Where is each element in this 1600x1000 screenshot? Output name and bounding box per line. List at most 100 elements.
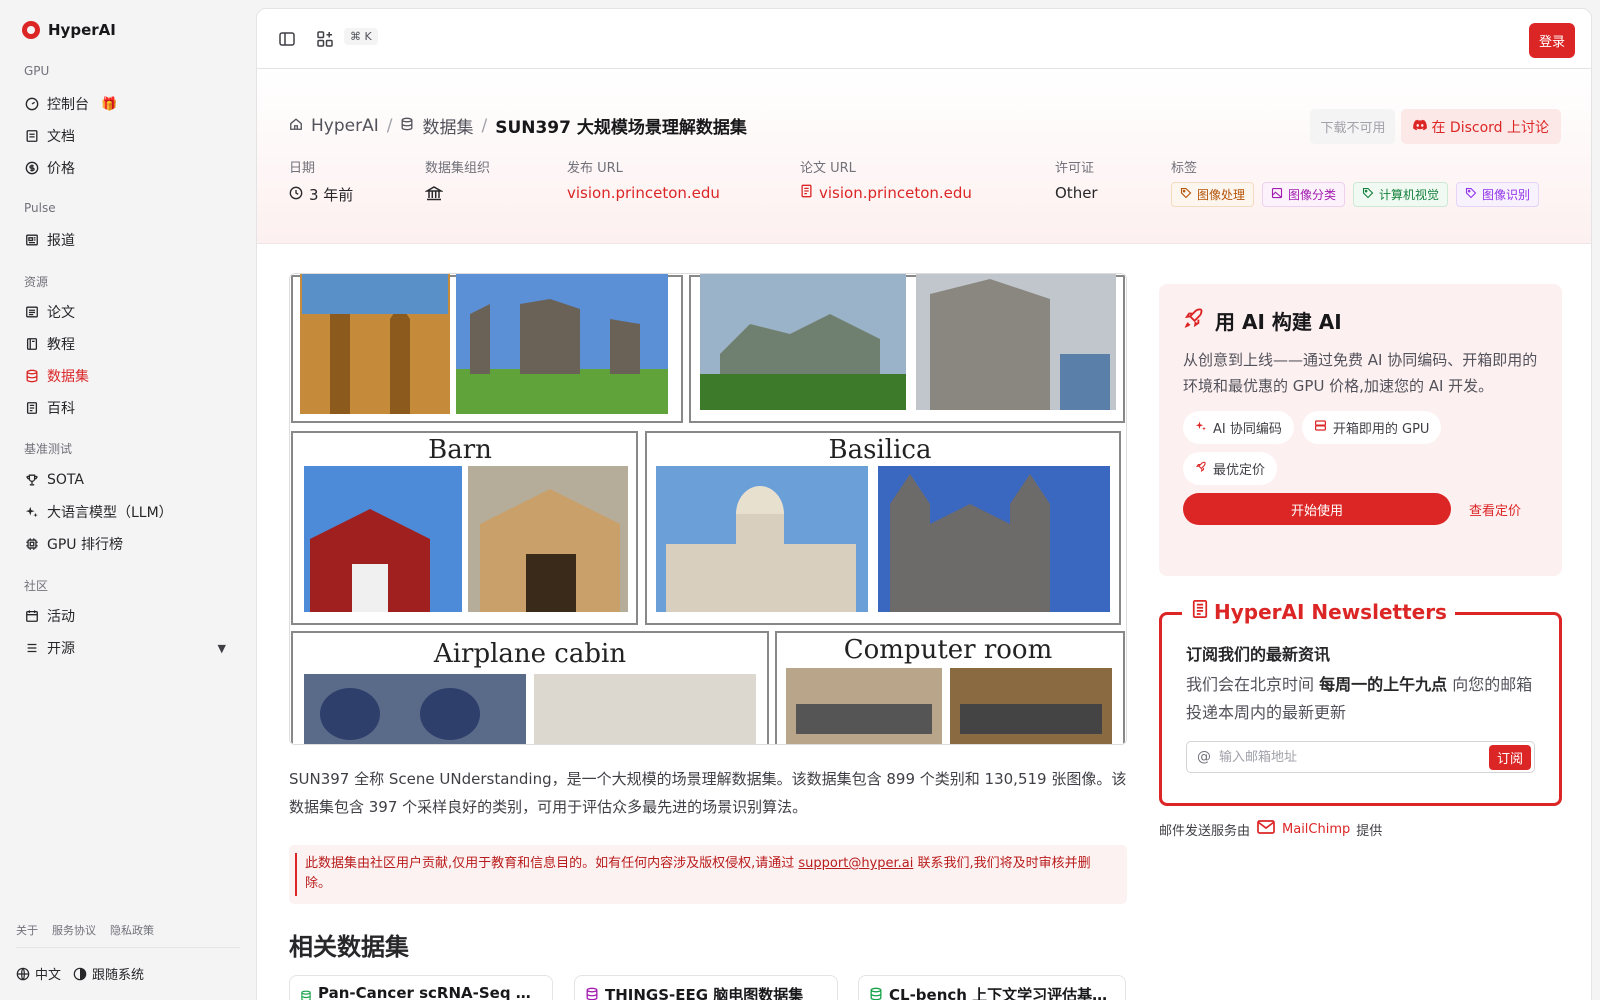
promo-actions: 开始使用 查看定价 — [1183, 493, 1538, 525]
language-switcher[interactable]: 中文 — [16, 964, 61, 983]
meta-label: 日期 — [289, 161, 316, 176]
subscribe-button[interactable]: 订阅 — [1488, 744, 1531, 770]
promo-title-text: 用 AI 构建 AI — [1215, 310, 1342, 334]
command-shortcut[interactable]: ⌘ K — [344, 28, 378, 45]
release-url-link[interactable]: vision.princeton.edu — [567, 184, 720, 202]
rocket-icon — [1195, 461, 1207, 477]
sidebar: HyperAI GPU 控制台 🎁 文档 价格 Pulse 报道 资源 论文 教… — [0, 0, 256, 1000]
email-field[interactable] — [1219, 749, 1481, 765]
logo[interactable]: HyperAI — [22, 21, 116, 39]
mailchimp-link[interactable]: MailChimp — [1282, 822, 1350, 837]
image-label-barn: Barn — [428, 435, 492, 465]
feature-chip: AI 协同编码 — [1183, 411, 1294, 444]
sidebar-item-label: GPU 排行榜 — [47, 537, 123, 553]
newspaper-icon — [25, 233, 39, 247]
related-dataset-title: CL-bench 上下文学习评估基… — [889, 986, 1108, 1000]
breadcrumb-home[interactable]: HyperAI — [311, 116, 379, 136]
footer-controls: 中文 跟随系统 — [16, 964, 144, 983]
dataset-description: SUN397 全称 Scene UNderstanding，是一个大规模的场景理… — [289, 770, 1127, 816]
paper-icon — [800, 184, 813, 202]
tag-chip[interactable]: 图像识别 — [1456, 182, 1540, 207]
sidebar-item-sota[interactable]: SOTA — [16, 466, 238, 494]
chevron-down-icon[interactable]: ▼ — [218, 642, 226, 655]
meta-value — [424, 184, 490, 206]
newsletter-text: 我们会在北京时间 — [1186, 675, 1320, 694]
promo-features: AI 协同编码 开箱即用的 GPU 最优定价 — [1183, 411, 1483, 485]
database-icon — [585, 987, 599, 1000]
paper-url-link[interactable]: vision.princeton.edu — [800, 184, 972, 202]
tag-chip[interactable]: 图像分类 — [1262, 182, 1346, 207]
rocket-icon — [1183, 307, 1205, 334]
download-button[interactable]: 下载不可用 — [1310, 109, 1396, 144]
tag-chip[interactable]: 计算机视觉 — [1353, 182, 1449, 207]
tag-label: 图像识别 — [1482, 188, 1531, 202]
sidebar-item-datasets[interactable]: 数据集 — [16, 362, 238, 390]
related-dataset-card[interactable]: Pan-Cancer scRNA-Seq … — [289, 975, 553, 1000]
at-sign-icon: @ — [1197, 749, 1211, 765]
newsletter-box: HyperAI Newsletters 订阅我们的最新资讯 我们会在北京时间 每… — [1159, 599, 1562, 806]
view-pricing-link[interactable]: 查看定价 — [1469, 500, 1521, 519]
privacy-link[interactable]: 隐私政策 — [110, 922, 154, 938]
mailchimp-credit: 邮件发送服务由 MailChimp 提供 — [1159, 819, 1382, 839]
dataset-header: HyperAI / 数据集 / SUN397 大规模场景理解数据集 下载不可用 … — [257, 69, 1591, 244]
sidebar-item-docs[interactable]: 文档 — [16, 122, 238, 150]
meta-organization: 数据集组织 — [424, 157, 491, 206]
footer-divider — [16, 947, 240, 948]
apps-icon[interactable] — [315, 29, 335, 49]
sidebar-item-open-source[interactable]: 开源 ▼ — [16, 634, 238, 662]
sidebar-item-label: 活动 — [47, 609, 75, 625]
about-link[interactable]: 关于 — [16, 922, 38, 938]
sidebar-item-label: 数据集 — [47, 369, 89, 385]
tag-label: 图像处理 — [1197, 188, 1246, 202]
discord-icon — [1413, 119, 1428, 135]
gift-icon: 🎁 — [101, 96, 118, 112]
sidebar-item-gpu-leaderboard[interactable]: GPU 排行榜 — [16, 530, 238, 558]
book-icon — [25, 337, 39, 351]
newspaper-icon — [1190, 599, 1210, 624]
sidebar-item-wiki[interactable]: 百科 — [16, 394, 238, 422]
sidebar-item-label: 文档 — [47, 129, 75, 145]
sidebar-item-console[interactable]: 控制台 🎁 — [16, 90, 238, 118]
database-icon — [400, 116, 414, 136]
nav-group-community: 社区 — [24, 579, 49, 593]
feature-chip-label: 最优定价 — [1213, 463, 1266, 478]
meta-label: 数据集组织 — [425, 161, 491, 176]
tag-chip[interactable]: 图像处理 — [1171, 182, 1255, 207]
database-icon — [300, 988, 312, 1000]
sidebar-item-tutorials[interactable]: 教程 — [16, 330, 238, 358]
support-email-link[interactable]: support@hyper.ai — [798, 856, 913, 871]
discord-button[interactable]: 在 Discord 上讨论 — [1401, 109, 1561, 144]
header-actions: 下载不可用 在 Discord 上讨论 — [1310, 109, 1561, 144]
promo-description: 从创意到上线——通过免费 AI 协同编码、开箱即用的环境和最优惠的 GPU 价格… — [1183, 351, 1538, 395]
sidebar-item-label: 报道 — [47, 233, 75, 249]
related-dataset-card[interactable]: THINGS-EEG 脑电图数据集 — [574, 975, 838, 1000]
top-bar: ⌘ K 登录 — [257, 9, 1591, 69]
language-label: 中文 — [35, 968, 62, 983]
brand-name: HyperAI — [48, 21, 116, 39]
nav-group-benchmarks: 基准测试 — [24, 442, 73, 456]
paper-icon — [25, 305, 39, 319]
nav-group-pulse: Pulse — [24, 201, 56, 215]
sidebar-toggle-icon[interactable] — [277, 29, 297, 49]
meta-license: 许可证 Other — [1055, 157, 1098, 202]
institution-icon[interactable] — [424, 184, 444, 206]
meta-value: 3 年前 — [289, 184, 353, 205]
feature-chip-label: AI 协同编码 — [1213, 422, 1282, 437]
sidebar-item-papers[interactable]: 论文 — [16, 298, 238, 326]
email-field-wrapper: @ 订阅 — [1186, 741, 1535, 773]
sidebar-item-reports[interactable]: 报道 — [16, 226, 238, 254]
sidebar-item-label: 控制台 — [47, 97, 89, 113]
related-dataset-card[interactable]: CL-bench 上下文学习评估基… — [858, 975, 1126, 1000]
terms-link[interactable]: 服务协议 — [52, 922, 96, 938]
theme-switcher[interactable]: 跟随系统 — [73, 964, 144, 983]
get-started-button[interactable]: 开始使用 — [1183, 493, 1451, 525]
main-panel: ⌘ K 登录 HyperAI / 数据集 / SUN397 大规模场景理解数据集… — [256, 8, 1592, 1000]
sidebar-item-pricing[interactable]: 价格 — [16, 154, 238, 182]
doc-icon — [25, 129, 39, 143]
tag-label: 计算机视觉 — [1379, 188, 1440, 202]
sidebar-item-events[interactable]: 活动 — [16, 602, 238, 630]
sidebar-item-label: 开源 — [47, 641, 75, 657]
breadcrumb-datasets[interactable]: 数据集 — [422, 113, 473, 138]
login-button[interactable]: 登录 — [1528, 23, 1575, 58]
sidebar-item-llm[interactable]: 大语言模型（LLM） — [16, 498, 238, 526]
